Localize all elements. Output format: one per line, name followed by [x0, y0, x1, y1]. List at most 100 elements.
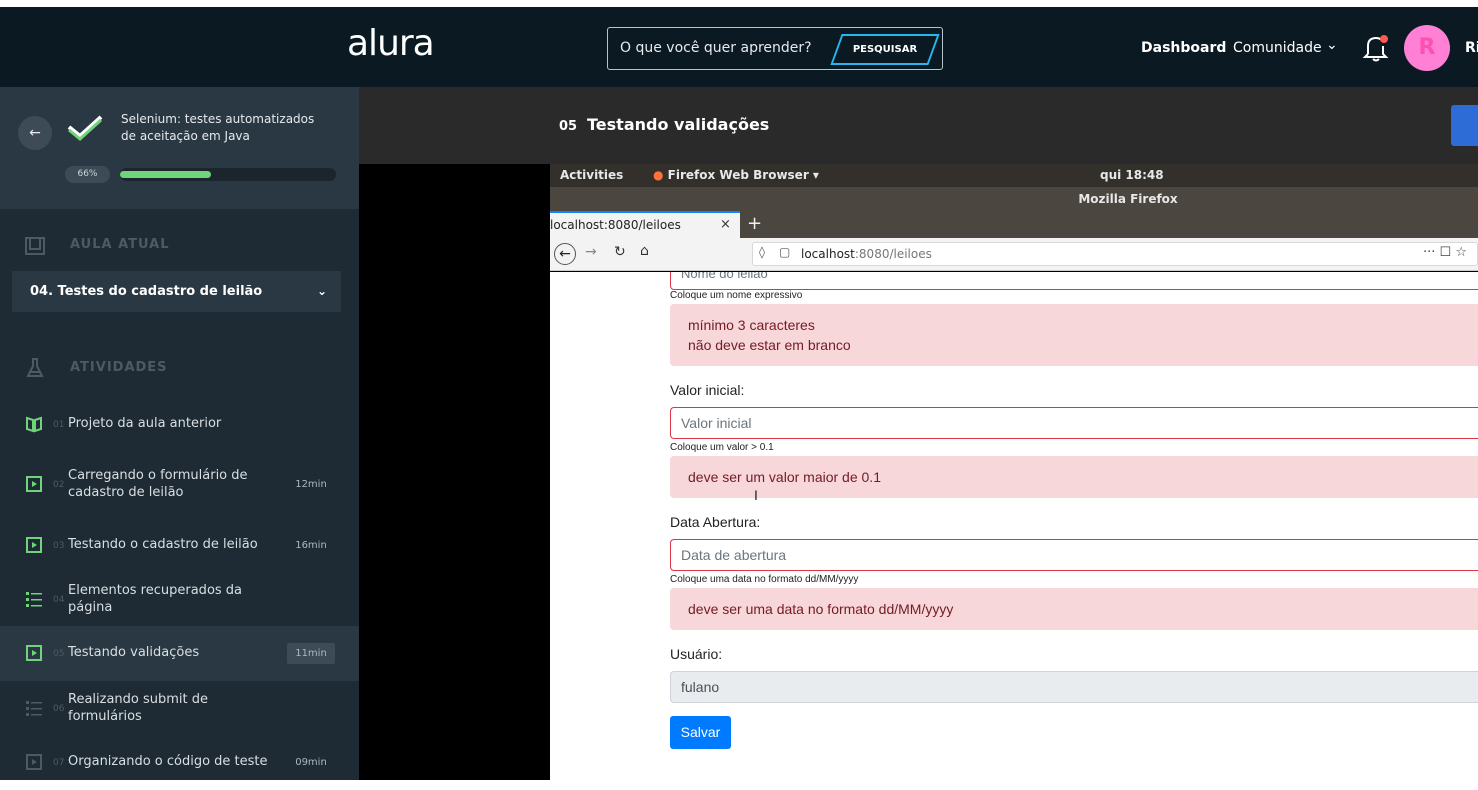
activity-number: 01	[53, 420, 65, 430]
activity-title: Testando validações	[68, 645, 200, 660]
list-icon	[25, 699, 43, 717]
firefox-tab: localhost:8080/leiloes ×	[550, 211, 740, 238]
current-lesson-label: 04. Testes do cadastro de leilão	[30, 284, 263, 299]
reload-icon: ↻	[614, 244, 626, 260]
chevron-down-icon: ⌄	[316, 284, 327, 298]
valor-input: Valor inicial	[670, 407, 1478, 439]
nav-dashboard-link[interactable]: Dashboard	[1141, 40, 1226, 56]
text-cursor-icon: I	[754, 487, 758, 503]
lesson-titlebar: 05 Testando validações	[359, 87, 1478, 164]
new-tab-icon: +	[747, 213, 763, 234]
activity-number: 07	[53, 758, 65, 768]
progress-fill	[120, 171, 211, 178]
nome-help-text: Coloque um nome expressivo	[670, 290, 803, 301]
activity-item-01[interactable]: 01 Projeto da aula anterior	[0, 397, 359, 452]
activity-title: Carregando o formulário de cadastro de l…	[68, 468, 248, 500]
url-text: localhost:8080/leiloes	[801, 247, 932, 261]
alura-logo[interactable]: alura	[347, 23, 435, 64]
shield-icon: ◊	[759, 245, 765, 259]
url-host: localhost	[801, 247, 855, 261]
check-icon	[67, 115, 103, 141]
home-icon: ⌂	[640, 243, 649, 259]
user-name[interactable]: Ri	[1465, 40, 1478, 56]
next-lesson-button[interactable]	[1451, 105, 1478, 146]
data-input: Data de abertura	[670, 539, 1478, 571]
nome-error-alert: mínimo 3 caracteres não deve estar em br…	[670, 304, 1478, 366]
search-box[interactable]: O que você quer aprender? PESQUISAR	[607, 27, 943, 70]
forward-icon: →	[585, 244, 597, 260]
activity-title: Realizando submit de formulários	[68, 692, 209, 724]
nome-input-partial: Nome do leilão	[670, 272, 1478, 290]
gnome-top-bar: Activities ● Firefox Web Browser ▾ qui 1…	[550, 164, 1478, 187]
course-title[interactable]: Selenium: testes automatizados de aceita…	[121, 111, 331, 145]
activity-number: 02	[53, 480, 65, 490]
video-icon	[25, 644, 43, 662]
save-button: Salvar	[670, 716, 731, 749]
back-icon: ←	[554, 243, 576, 265]
lesson-title: Testando validações	[587, 115, 770, 134]
search-button[interactable]: PESQUISAR	[830, 34, 940, 65]
lesson-number: 05	[559, 119, 578, 134]
progress-bar	[120, 168, 336, 181]
flask-icon	[26, 358, 44, 377]
nome-error-2: não deve estar em branco	[688, 337, 851, 353]
video-player[interactable]: Activities ● Firefox Web Browser ▾ qui 1…	[359, 164, 1478, 780]
activity-duration: 11min	[287, 643, 335, 664]
search-input[interactable]: O que você quer aprender?	[620, 40, 812, 56]
activity-item-04[interactable]: 04 Elementos recuperados da página	[0, 572, 359, 627]
progress-label: 66%	[65, 166, 110, 183]
page-icon: ▢	[779, 245, 791, 259]
data-help-text: Coloque uma data no formato dd/MM/yyyy	[670, 574, 859, 585]
activity-item-05[interactable]: 05 Testando validações 11min	[0, 626, 359, 681]
video-icon	[25, 753, 43, 771]
nome-error-1: mínimo 3 caracteres	[688, 317, 815, 333]
valor-help-text: Coloque um valor > 0.1	[670, 442, 774, 453]
activity-number: 03	[53, 541, 65, 551]
back-arrow-icon[interactable]: ←	[18, 116, 52, 150]
valor-error-alert: deve ser um valor maior de 0.1	[670, 456, 1478, 498]
bell-icon[interactable]	[1362, 33, 1390, 63]
activity-title: Elementos recuperados da página	[68, 583, 243, 615]
activity-number: 04	[53, 595, 65, 605]
firefox-tab-title: localhost:8080/leiloes	[550, 218, 681, 232]
firefox-icon: ●	[653, 168, 664, 182]
activity-duration: 12min	[295, 479, 327, 490]
activity-item-07[interactable]: 07 Organizando o código de teste 09min	[0, 735, 359, 790]
activity-item-02[interactable]: 02 Carregando o formulário de cadastro de…	[0, 457, 359, 512]
book-icon	[25, 415, 43, 433]
data-error-alert: deve ser uma data no formato dd/MM/yyyy	[670, 588, 1478, 630]
video-icon	[25, 475, 43, 493]
book-outline-icon	[25, 237, 45, 255]
course-header: ← Selenium: testes automatizados de acei…	[0, 87, 359, 209]
top-header: alura O que você quer aprender? PESQUISA…	[0, 7, 1478, 87]
firefox-tab-strip: localhost:8080/leiloes × +	[550, 211, 1478, 238]
activity-item-06[interactable]: 06 Realizando submit de formulários	[0, 681, 359, 736]
activity-number: 06	[53, 704, 65, 714]
data-label: Data Abertura:	[670, 514, 761, 530]
activity-title: Organizando o código de teste	[68, 754, 268, 769]
gnome-app-label: Firefox Web Browser ▾	[667, 168, 819, 182]
gnome-activities: Activities	[560, 168, 624, 182]
course-sidebar: ← Selenium: testes automatizados de acei…	[0, 87, 359, 780]
gnome-clock: qui 18:48	[1100, 168, 1164, 182]
close-icon: ×	[720, 217, 731, 232]
usuario-select: fulano	[670, 671, 1478, 703]
section-activities: ATIVIDADES	[70, 360, 168, 375]
activity-title: Testando o cadastro de leilão	[68, 537, 258, 552]
firefox-window-title: Mozilla Firefox	[550, 187, 1478, 211]
gnome-app-menu: ● Firefox Web Browser ▾	[653, 168, 819, 182]
usuario-label: Usuário:	[670, 646, 723, 662]
chevron-down-icon[interactable]: ⌄	[1326, 37, 1338, 53]
url-path: :8080/leiloes	[854, 247, 932, 261]
search-button-label: PESQUISAR	[852, 44, 918, 55]
activity-title: Projeto da aula anterior	[68, 416, 222, 431]
list-icon	[25, 590, 43, 608]
firefox-navbar: ← → ↻ ⌂ ◊ ▢ localhost:8080/leiloes ··· ☐…	[550, 238, 1478, 271]
current-lesson-select[interactable]: 04. Testes do cadastro de leilão ⌄	[12, 271, 341, 312]
section-current-lesson: AULA ATUAL	[70, 237, 170, 252]
avatar[interactable]: R	[1404, 25, 1450, 71]
activity-item-03[interactable]: 03 Testando o cadastro de leilão 16min	[0, 518, 359, 573]
top-strip	[0, 0, 1478, 7]
activity-duration: 09min	[295, 757, 327, 768]
nav-comunidade-link[interactable]: Comunidade	[1233, 40, 1322, 56]
